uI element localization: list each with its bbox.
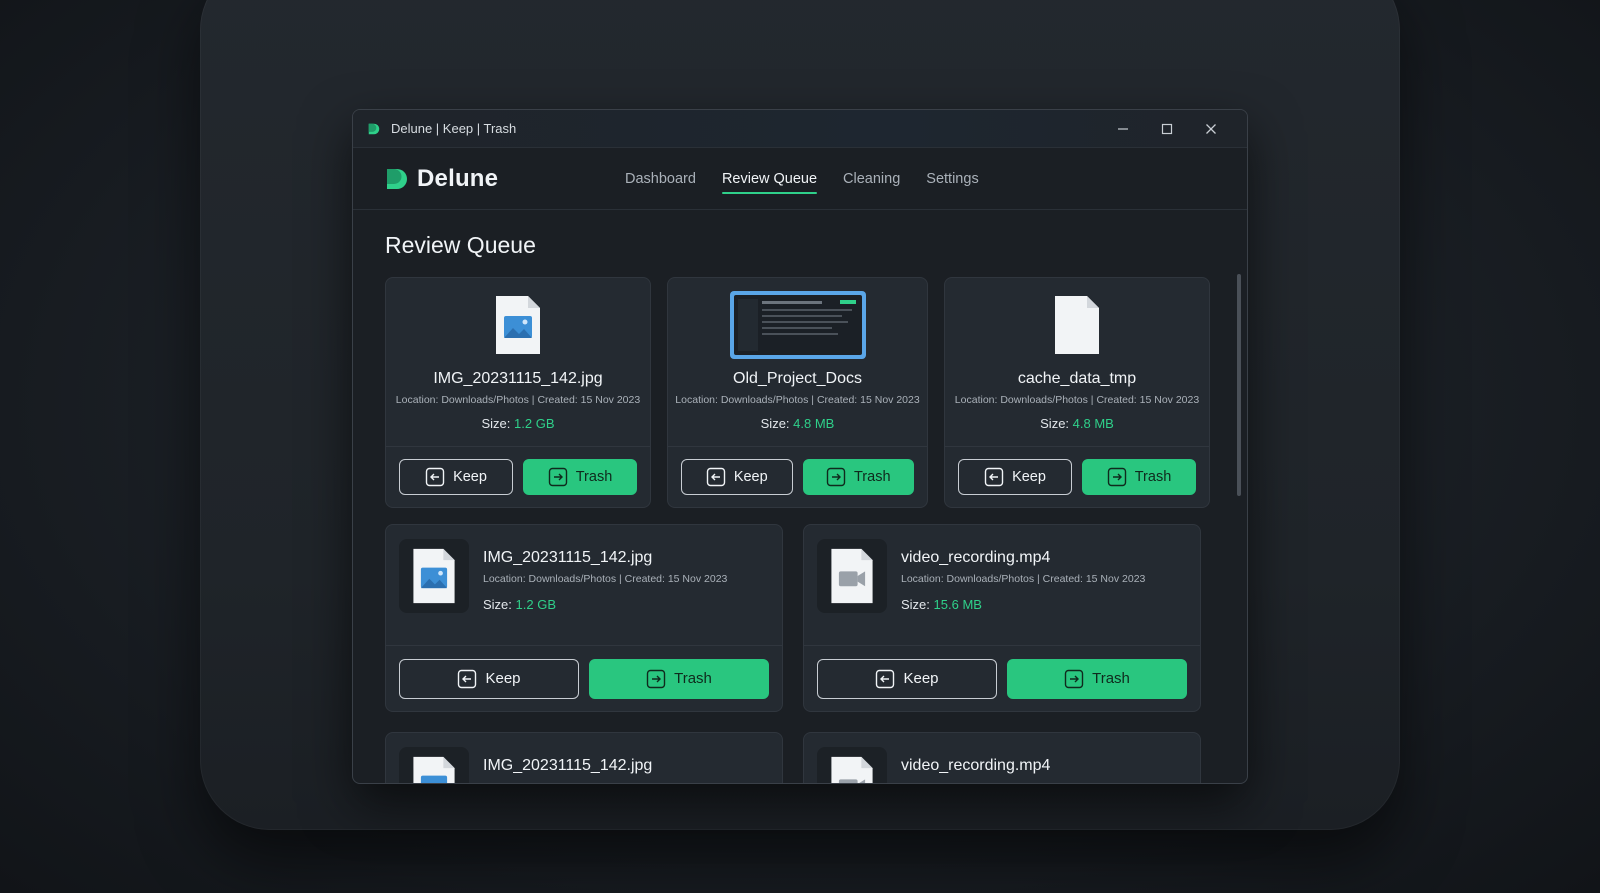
minimize-button[interactable] (1101, 110, 1145, 148)
brand: Delune (385, 165, 625, 193)
file-name: video_recording.mp4 (901, 549, 1051, 566)
keep-icon (984, 467, 1004, 487)
trash-button[interactable]: Trash (523, 459, 637, 495)
file-name: cache_data_tmp (1017, 370, 1137, 387)
close-icon (1206, 123, 1216, 134)
video-file-icon (831, 756, 873, 783)
trash-icon (646, 669, 666, 688)
blank-file-icon (1055, 296, 1099, 354)
review-row-3: IMG_20231115_142.jpg video_recording.mp4 (385, 732, 1215, 783)
trash-button[interactable]: Trash (1082, 459, 1196, 495)
brand-logo-icon (387, 168, 407, 189)
app-window: Delune | Keep | Trash Delune Dashboard R… (352, 109, 1248, 784)
file-meta: Location: Downloads/Photos | Created: 15… (954, 394, 1200, 406)
keep-button[interactable]: Keep (817, 658, 997, 699)
file-meta: Location: Downloads/Photos | Created: 15… (395, 394, 641, 406)
close-button[interactable] (1189, 110, 1233, 148)
trash-icon (1064, 669, 1084, 688)
file-thumbnail (729, 291, 866, 359)
file-card-wide: video_recording.mp4 (803, 732, 1201, 783)
image-file-icon (496, 296, 540, 354)
review-row-2: IMG_20231115_142.jpg Location: Downloads… (385, 524, 1215, 712)
file-name: IMG_20231115_142.jpg (483, 757, 653, 774)
scrollbar[interactable] (1237, 274, 1241, 496)
screenshot-thumbnail (729, 291, 866, 359)
file-thumbnail (399, 747, 469, 783)
app-logo-icon (368, 123, 380, 134)
maximize-icon (1161, 123, 1173, 134)
file-name: Old_Project_Docs (733, 370, 862, 387)
app-header: Delune Dashboard Review Queue Cleaning S… (353, 148, 1247, 210)
file-thumbnail (817, 747, 887, 783)
file-card-wide: IMG_20231115_142.jpg Location: Downloads… (385, 524, 783, 712)
trash-button[interactable]: Trash (802, 459, 914, 495)
main-content: Review Queue IMG_20231115_142.jpg Locati… (353, 210, 1247, 783)
keep-icon (706, 467, 726, 487)
trash-button[interactable]: Trash (1007, 658, 1187, 699)
file-thumbnail (817, 539, 887, 613)
file-thumbnail (494, 292, 542, 358)
file-meta: Location: Downloads/Photos | Created: 15… (483, 573, 728, 585)
tab-settings[interactable]: Settings (926, 165, 978, 193)
trash-button[interactable]: Trash (589, 658, 769, 699)
review-row-1: IMG_20231115_142.jpg Location: Downloads… (385, 277, 1215, 508)
maximize-button[interactable] (1145, 110, 1189, 148)
tab-cleaning[interactable]: Cleaning (843, 165, 900, 193)
file-card-wide: IMG_20231115_142.jpg (385, 732, 783, 783)
image-file-icon (413, 756, 455, 783)
title-bar: Delune | Keep | Trash (353, 110, 1247, 148)
file-meta: Location: Downloads/Photos | Created: 15… (901, 573, 1146, 585)
file-name: IMG_20231115_142.jpg (483, 549, 653, 566)
tab-dashboard[interactable]: Dashboard (625, 165, 696, 193)
image-file-icon (413, 548, 455, 604)
file-card: Old_Project_Docs Location: Downloads/Pho… (667, 277, 928, 508)
page-title: Review Queue (385, 232, 536, 258)
keep-icon (458, 669, 477, 688)
keep-button[interactable]: Keep (681, 459, 793, 495)
keep-icon (876, 669, 895, 688)
file-size: Size: 4.8 MB (1040, 416, 1114, 431)
file-size: Size: 1.2 GB (481, 416, 555, 431)
file-thumbnail (1053, 292, 1101, 358)
tab-review-queue[interactable]: Review Queue (721, 165, 818, 194)
file-thumbnail (399, 539, 469, 613)
file-name: IMG_20231115_142.jpg (433, 370, 603, 387)
file-size: Size: 1.2 GB (483, 597, 556, 612)
minimize-icon (1118, 127, 1128, 130)
keep-button[interactable]: Keep (958, 459, 1072, 495)
file-card: cache_data_tmp Location: Downloads/Photo… (944, 277, 1210, 508)
file-card: IMG_20231115_142.jpg Location: Downloads… (385, 277, 651, 508)
trash-icon (1107, 467, 1126, 487)
brand-name: Delune (417, 164, 499, 192)
file-name: video_recording.mp4 (901, 757, 1051, 774)
trash-icon (826, 467, 846, 487)
window-title: Delune | Keep | Trash (391, 121, 517, 136)
file-card-wide: video_recording.mp4 Location: Downloads/… (803, 524, 1201, 712)
main-nav: Dashboard Review Queue Cleaning Settings (625, 165, 979, 194)
keep-icon (425, 467, 445, 487)
keep-button[interactable]: Keep (399, 459, 513, 495)
trash-icon (548, 467, 567, 487)
keep-button[interactable]: Keep (399, 658, 579, 699)
file-meta: Location: Downloads/Photos | Created: 15… (675, 394, 920, 406)
file-size: Size: 4.8 MB (760, 416, 835, 431)
file-size: Size: 15.6 MB (901, 597, 982, 612)
video-file-icon (831, 548, 873, 604)
